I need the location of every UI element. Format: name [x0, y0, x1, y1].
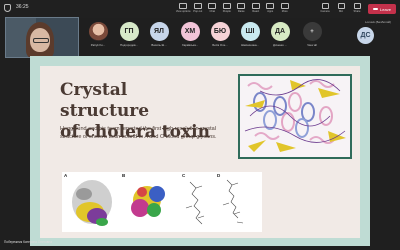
mic-icon — [337, 3, 345, 9]
avatar: БЮ — [210, 22, 230, 41]
raise-hand-button[interactable]: Raise — [234, 2, 249, 13]
panel-b-structure — [131, 186, 165, 217]
participant-tile[interactable]: ХМ Харківська... — [176, 22, 204, 52]
chat-icon — [208, 3, 217, 9]
presenter-name: Побережник Катерина Олеговна — [4, 240, 52, 244]
people-button[interactable]: People — [220, 2, 235, 13]
emoji-icon — [251, 3, 260, 9]
apps-button[interactable]: Apps — [263, 2, 278, 13]
panel-c-structure — [185, 181, 205, 225]
camera-button[interactable]: Camera — [318, 2, 332, 13]
camera-icon — [321, 3, 329, 9]
leave-label: Leave — [380, 6, 391, 12]
protein-ribbon-illustration — [240, 76, 350, 157]
avatar: ЯЛ — [149, 22, 169, 41]
self-video[interactable] — [5, 17, 79, 58]
participant-tile[interactable]: ГП Подгородов... — [115, 22, 143, 52]
panel-d-structure — [222, 179, 244, 224]
apps-icon — [266, 3, 275, 9]
toolbar-tools: View options Pop out Chat People Raise R… — [176, 2, 292, 13]
more-participants-icon: + — [302, 22, 322, 41]
panel-a-structure — [72, 180, 112, 226]
pop-out-button[interactable]: Pop out — [191, 2, 206, 13]
view-all-button[interactable]: + View all — [298, 22, 326, 52]
hand-icon — [237, 3, 246, 9]
self-avatar[interactable]: ДС — [357, 27, 374, 44]
view-icon — [179, 3, 188, 9]
pop-out-icon — [193, 3, 202, 9]
crystal-structure-image — [238, 74, 352, 159]
glasses — [33, 38, 49, 43]
share-icon — [353, 3, 361, 9]
participant-tile[interactable]: ШІ Шевчишина... — [236, 22, 264, 52]
more-button[interactable]: More — [278, 2, 293, 13]
slide-title-line1: Crystal structure — [60, 80, 150, 121]
react-button[interactable]: React — [249, 2, 264, 13]
avatar: ГП — [119, 22, 139, 41]
participant-tile[interactable]: Patryk Ko... — [84, 22, 112, 52]
slide-body-text: Heggelund and his team reported the firs… — [60, 126, 217, 140]
meeting-timer: 36:25 — [16, 4, 29, 10]
avatar: ШІ — [240, 22, 260, 41]
people-icon — [222, 3, 231, 9]
participant-tile[interactable]: ДА Дяченко ... — [266, 22, 294, 52]
chat-button[interactable]: Chat — [205, 2, 220, 13]
phone-icon — [373, 7, 379, 11]
mic-button[interactable]: Mic — [334, 2, 348, 13]
participant-tile[interactable]: БЮ Бєлік Оле... — [206, 22, 234, 52]
self-tile-caption: Lonuuk (Безбилий) — [365, 20, 392, 24]
view-options-button[interactable]: View options — [176, 2, 191, 13]
shield-icon — [4, 4, 11, 12]
slide-content: Crystal structure of cholera toxin Hegge… — [40, 66, 360, 238]
shared-slide: Crystal structure of cholera toxin Hegge… — [30, 56, 370, 246]
avatar — [88, 22, 108, 41]
more-icon — [280, 3, 289, 9]
meeting-toolbar: 36:25 View options Pop out Chat People R… — [0, 0, 400, 18]
avatar: ДА — [270, 22, 290, 41]
share-button[interactable]: Share — [350, 2, 364, 13]
figure-panel-drawings — [72, 179, 244, 226]
figure-panels: A B C D — [62, 172, 262, 232]
leave-button[interactable]: Leave — [368, 4, 396, 14]
avatar: ХМ — [180, 22, 200, 41]
participant-tile[interactable]: ЯЛ Василь Ш... — [145, 22, 173, 52]
